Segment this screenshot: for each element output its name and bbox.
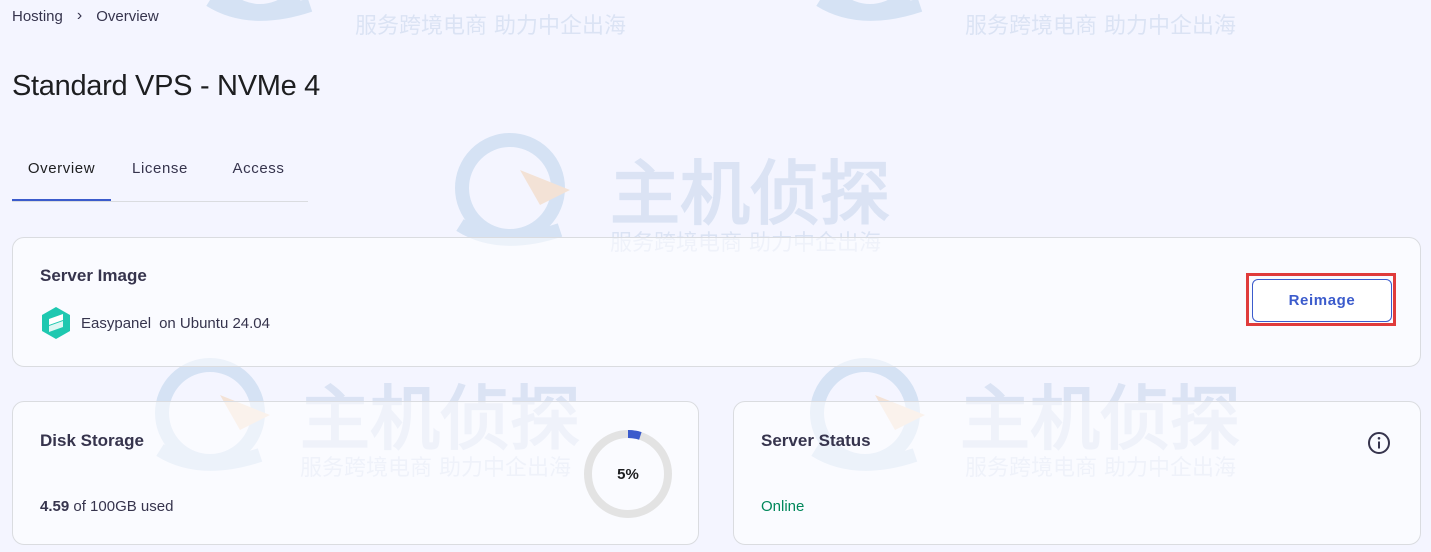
server-image-info: Easypanel on Ubuntu 24.04 <box>39 306 270 340</box>
server-status-title: Server Status <box>761 431 871 450</box>
watermark-logo-icon <box>816 0 923 21</box>
server-status-card: Server Status Online <box>733 401 1421 545</box>
tab-bar: Overview License Access <box>12 148 308 202</box>
disk-storage-title: Disk Storage <box>40 431 144 450</box>
breadcrumb-item-overview: Overview <box>96 7 159 25</box>
watermark: 服务跨境电商 助力中企出海 <box>190 0 660 39</box>
tab-access[interactable]: Access <box>209 148 308 201</box>
disk-usage-percent: 5% <box>617 465 639 483</box>
server-image-os: on Ubuntu 24.04 <box>159 314 270 332</box>
disk-used-suffix: of 100GB used <box>73 498 174 515</box>
watermark: 服务跨境电商 助力中企出海 <box>800 0 1270 39</box>
info-icon[interactable] <box>1367 431 1391 455</box>
tab-overview[interactable]: Overview <box>12 148 111 201</box>
easypanel-logo-icon <box>42 307 70 339</box>
disk-usage-gauge: 5% <box>582 428 674 520</box>
server-image-title: Server Image <box>40 266 147 285</box>
disk-usage-text: 4.59 of 100GB used <box>40 498 173 515</box>
server-image-card: Server Image Easypanel on Ubuntu 24.04 R… <box>12 237 1421 367</box>
server-status-value: Online <box>761 498 805 515</box>
chevron-right-icon: › <box>76 7 83 24</box>
disk-used-value: 4.59 <box>40 498 70 515</box>
watermark-logo-icon <box>206 0 313 21</box>
server-image-app-name: Easypanel <box>81 314 152 332</box>
watermark-slogan: 服务跨境电商 助力中企出海 <box>355 14 626 39</box>
watermark-logo-icon <box>455 133 570 246</box>
watermark-brand: 主机侦探 <box>610 153 890 235</box>
tab-license[interactable]: License <box>111 148 209 201</box>
page-title: Standard VPS - NVMe 4 <box>12 70 321 102</box>
disk-storage-card: Disk Storage 4.59 of 100GB used 5% <box>12 401 699 545</box>
breadcrumb-item-hosting[interactable]: Hosting <box>12 8 63 25</box>
watermark-slogan: 服务跨境电商 助力中企出海 <box>965 14 1236 39</box>
breadcrumb: Hosting › Overview <box>12 7 159 25</box>
reimage-button[interactable]: Reimage <box>1252 279 1392 322</box>
